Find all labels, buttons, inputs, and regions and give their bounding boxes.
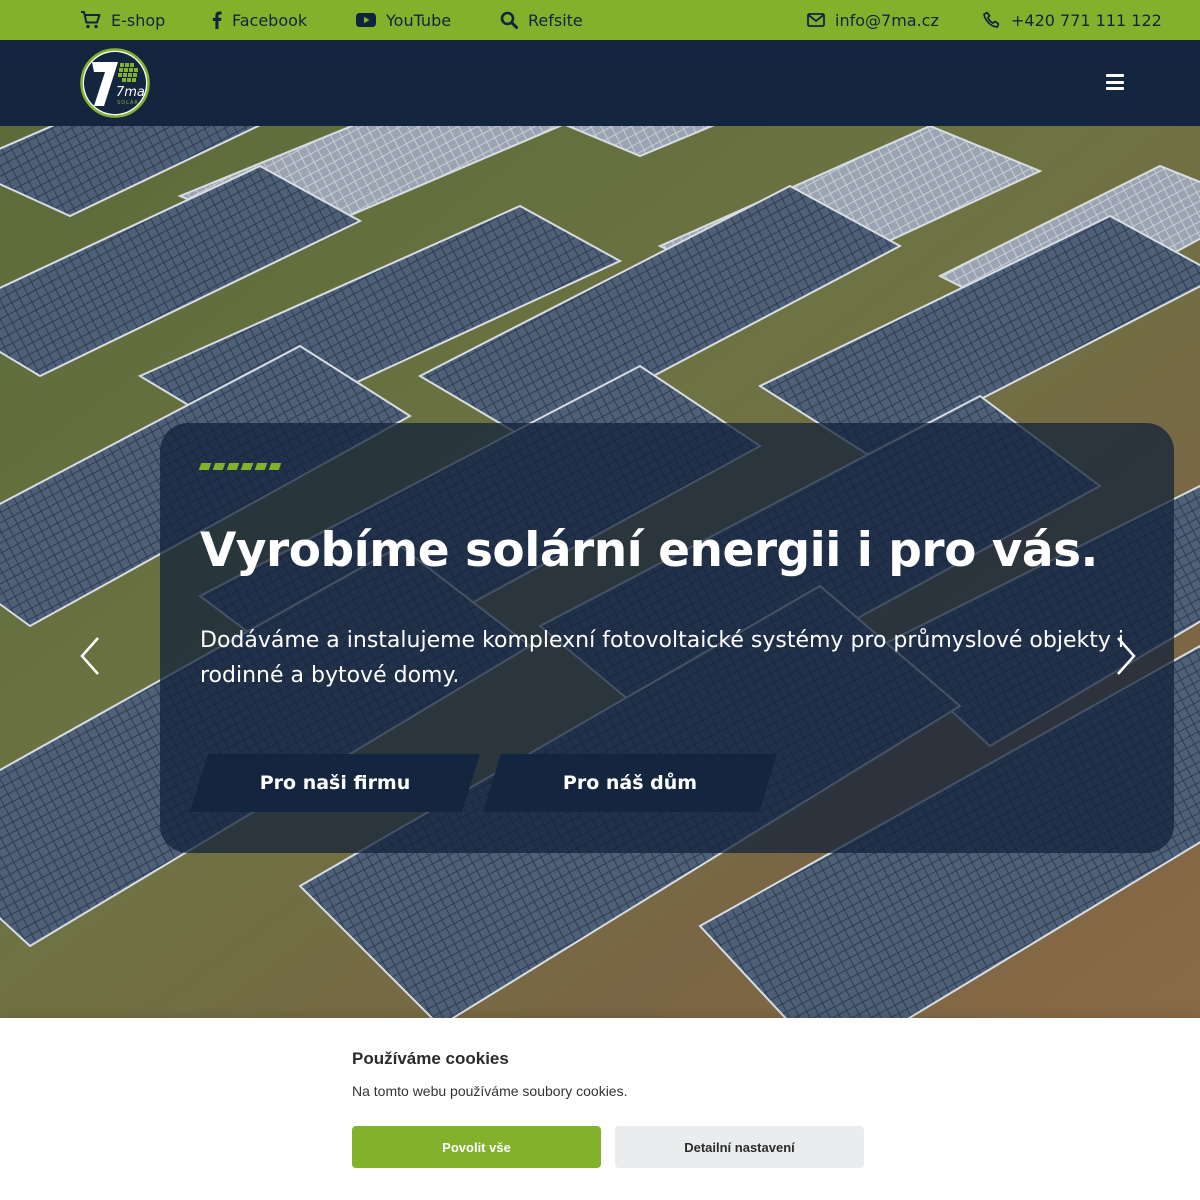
hero-title: Vyrobíme solární energii i pro vás.	[200, 523, 1098, 578]
cookie-consent-bar: Používáme cookies Na tomto webu používám…	[0, 1018, 1200, 1200]
email-link[interactable]: info@7ma.cz	[807, 0, 939, 40]
cookie-settings-button[interactable]: Detailní nastavení	[615, 1126, 864, 1168]
chevron-left-icon[interactable]	[78, 636, 102, 676]
for-company-button[interactable]: Pro naši firmu	[190, 754, 480, 812]
phone-icon	[983, 11, 1001, 29]
facebook-icon	[212, 11, 222, 29]
phone-link[interactable]: +420 771 111 122	[983, 0, 1162, 40]
main-header: 7ma SOLAR	[0, 40, 1200, 126]
cookie-text: Na tomto webu používáme soubory cookies.	[352, 1083, 628, 1099]
search-icon	[500, 11, 518, 29]
decorative-dashes	[198, 463, 282, 470]
logo[interactable]: 7ma SOLAR	[80, 48, 150, 118]
logo-text: 7ma	[116, 85, 145, 100]
hero-card: Vyrobíme solární energii i pro vás. Dodá…	[160, 423, 1174, 853]
eshop-label: E-shop	[111, 10, 166, 30]
hero-banner: Vyrobíme solární energii i pro vás. Dodá…	[0, 126, 1200, 1018]
hero-description: Dodáváme a instalujeme komplexní fotovol…	[200, 628, 1124, 688]
hamburger-menu-icon[interactable]	[1106, 74, 1124, 90]
top-bar: E-shop Facebook YouTube Refsite info@7ma…	[0, 0, 1200, 40]
cookie-title: Používáme cookies	[352, 1049, 509, 1068]
accept-all-button[interactable]: Povolit vše	[352, 1126, 601, 1168]
logo-subtext: SOLAR	[117, 100, 139, 106]
envelope-icon	[807, 13, 825, 27]
cart-icon	[80, 11, 101, 29]
phone-label: +420 771 111 122	[1011, 10, 1162, 30]
refsite-label: Refsite	[528, 10, 583, 30]
facebook-link[interactable]: Facebook	[212, 0, 307, 40]
youtube-link[interactable]: YouTube	[356, 0, 451, 40]
email-label: info@7ma.cz	[835, 10, 939, 30]
youtube-label: YouTube	[386, 10, 452, 30]
youtube-icon	[356, 13, 376, 27]
for-home-button[interactable]: Pro náš dům	[483, 754, 777, 812]
chevron-right-icon[interactable]	[1114, 636, 1138, 676]
eshop-link[interactable]: E-shop	[80, 0, 165, 40]
facebook-label: Facebook	[232, 10, 308, 30]
refsite-link[interactable]: Refsite	[500, 0, 583, 40]
